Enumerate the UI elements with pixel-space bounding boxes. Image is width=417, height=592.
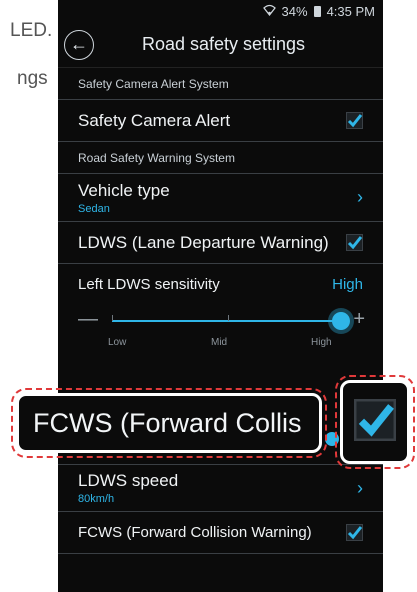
slider-track[interactable] <box>112 312 350 330</box>
ldws-checkbox[interactable] <box>346 234 363 251</box>
title-bar: ← Road safety settings <box>58 22 383 68</box>
left-ldws-sensitivity-value: High <box>332 275 363 293</box>
left-ldws-sensitivity-row: Left LDWS sensitivity High <box>58 264 383 304</box>
fcws-checkbox-zoom-callout <box>335 375 415 469</box>
page-title: Road safety settings <box>141 34 306 54</box>
safety-camera-alert-label: Safety Camera Alert <box>78 110 231 130</box>
fcws-checkbox[interactable] <box>346 524 363 541</box>
slider-tick <box>227 315 229 321</box>
slider-thumb[interactable] <box>332 312 350 330</box>
safety-camera-alert-row[interactable]: Safety Camera Alert <box>58 100 383 142</box>
battery-percent: 34% <box>281 3 308 19</box>
slider-label-high: High <box>311 337 332 348</box>
status-time: 4:35 PM <box>326 3 375 19</box>
ldws-speed-value: 80km/h <box>78 493 115 505</box>
slider-tick <box>112 315 113 321</box>
left-ldws-sensitivity-label: Left LDWS sensitivity <box>78 275 220 293</box>
vehicle-type-value: Sedan <box>78 202 110 215</box>
ldws-label: LDWS (Lane Departure Warning) <box>78 232 329 252</box>
phone-screen: 34% 4:35 PM ← Road safety settings Safet… <box>58 0 383 592</box>
ldws-speed-row[interactable]: LDWS speed 80km/h › <box>58 464 383 512</box>
wifi-icon <box>262 4 276 19</box>
sensitivity-slider[interactable]: — + Low Mid High <box>58 304 383 352</box>
slider-label-low: Low <box>108 337 127 348</box>
partial-toggle-icon <box>325 432 339 446</box>
fcws-row[interactable]: FCWS (Forward Collision Warning) <box>58 512 383 554</box>
decrease-icon[interactable]: — <box>78 308 98 331</box>
chevron-right-icon: › <box>357 477 363 498</box>
ldws-speed-label: LDWS speed <box>78 471 179 490</box>
vehicle-type-label: Vehicle type <box>78 180 170 200</box>
battery-icon <box>313 5 321 17</box>
checkbox-checked-icon[interactable] <box>354 398 396 446</box>
background-text-fragment: ngs <box>17 68 48 89</box>
vehicle-type-row[interactable]: Vehicle type Sedan › <box>58 174 383 222</box>
status-bar: 34% 4:35 PM <box>58 0 383 22</box>
fcws-zoom-label: FCWS (Forward Collis <box>33 407 302 438</box>
section-header-road-safety: Road Safety Warning System <box>58 142 383 174</box>
chevron-right-icon: › <box>357 187 363 207</box>
fcws-zoom-callout: FCWS (Forward Collis <box>11 388 327 458</box>
background-text-fragment: LED. <box>10 20 53 41</box>
back-arrow-icon[interactable]: ← <box>64 29 94 60</box>
screenshot-page: LED. ngs 34% 4:35 PM ← Road safety setti… <box>0 0 417 592</box>
fcws-label: FCWS (Forward Collision Warning) <box>78 524 312 541</box>
ldws-row[interactable]: LDWS (Lane Departure Warning) <box>58 222 383 264</box>
section-header-safety-camera: Safety Camera Alert System <box>58 68 383 100</box>
slider-label-mid: Mid <box>211 337 228 348</box>
increase-icon[interactable]: + <box>353 308 365 331</box>
safety-camera-alert-checkbox[interactable] <box>346 112 363 129</box>
